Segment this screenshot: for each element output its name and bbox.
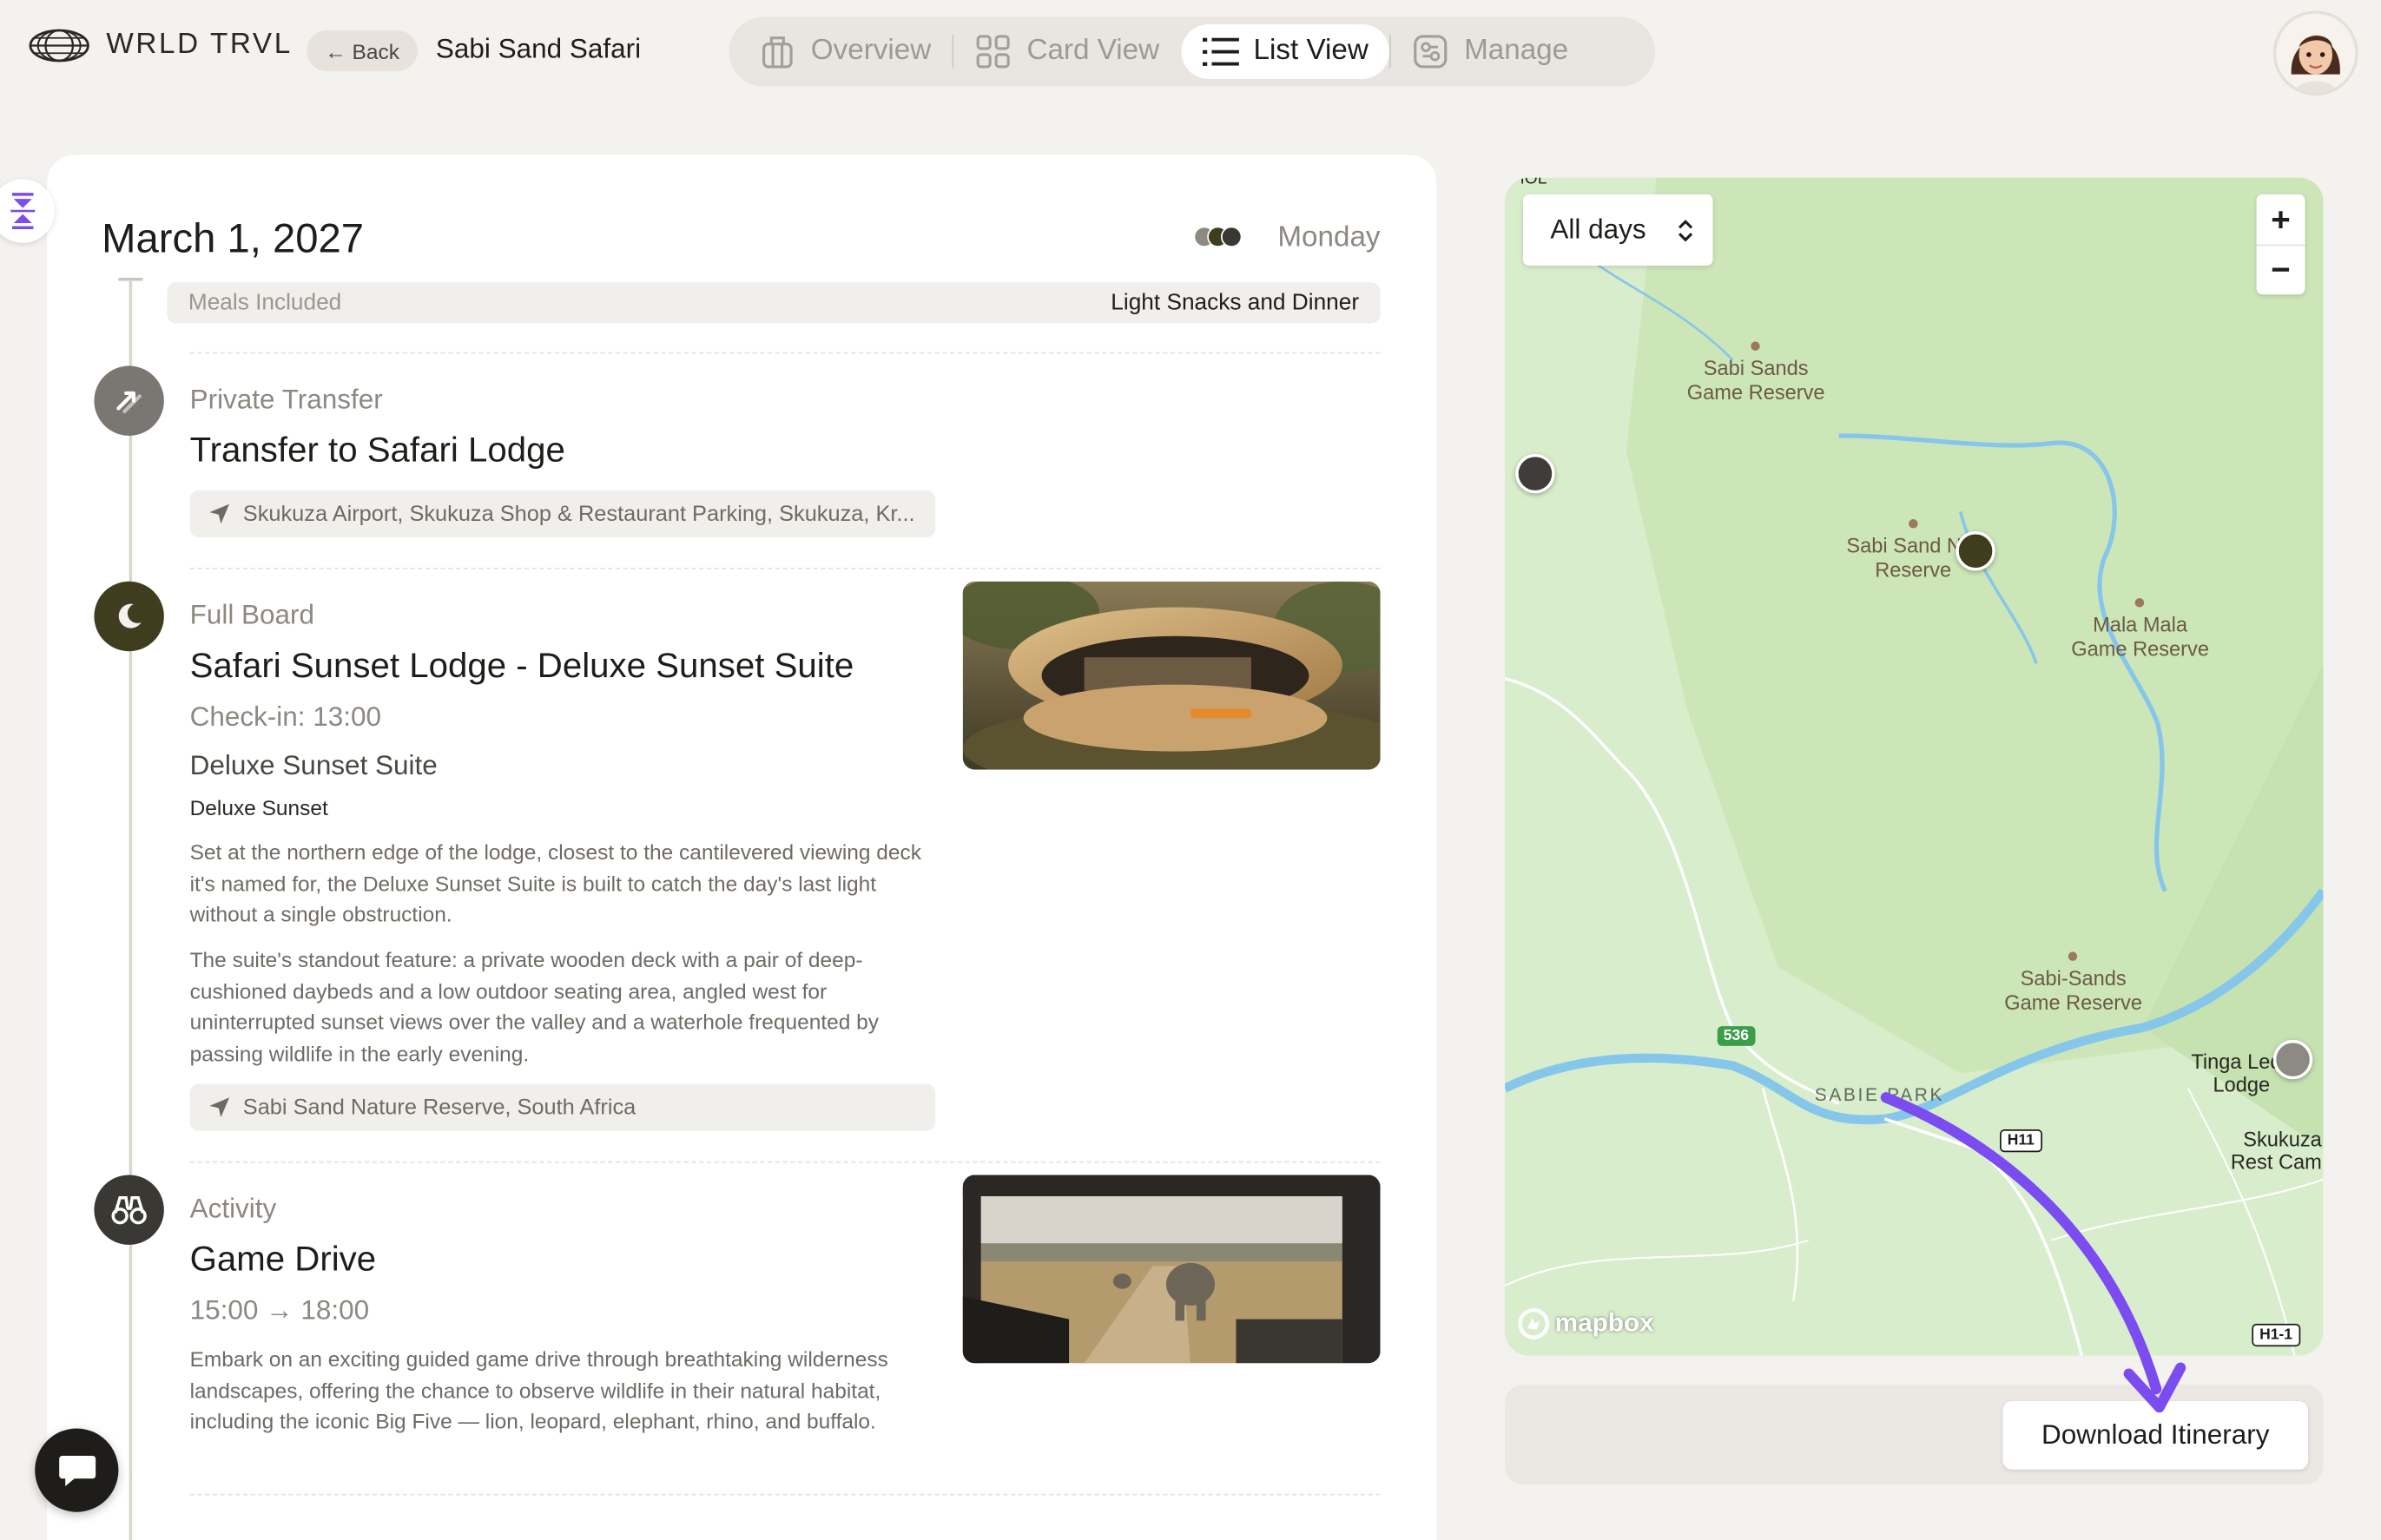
back-button[interactable]: ← Back [307, 30, 418, 72]
navigation-arrow-icon [209, 1097, 230, 1118]
collapse-icon [10, 193, 36, 230]
poi-sabi-sands-south[interactable]: Sabi-Sands Game Reserve [2004, 951, 2142, 1015]
map-label-text: Rest Cam [2230, 1150, 2322, 1174]
tab-overview[interactable]: Overview [738, 24, 953, 79]
itinerary-day-card: March 1, 2027 Monday Meals Included Ligh… [47, 155, 1437, 1540]
view-tabs: Overview Card View List View Manage [729, 16, 1656, 87]
zoom-in-button[interactable]: + [2257, 194, 2305, 245]
item-divider [189, 1493, 1381, 1496]
poi-label: Mala Mala [2093, 613, 2188, 636]
mapbox-attribution[interactable]: mapbox [1517, 1307, 1654, 1340]
avatar[interactable] [2272, 10, 2358, 96]
chat-button[interactable] [35, 1428, 119, 1512]
poi-label: Reserve [1875, 558, 1952, 582]
color-dot [1220, 226, 1243, 248]
binoculars-icon [94, 1175, 164, 1245]
meals-included-row: Meals Included Light Snacks and Dinner [167, 282, 1381, 324]
timeline-line [129, 279, 133, 1540]
poi-label: Game Reserve [2071, 637, 2210, 661]
zoom-controls: + − [2256, 194, 2305, 295]
user-avatar-icon [2276, 13, 2356, 93]
item-title[interactable]: Transfer to Safari Lodge [190, 430, 565, 471]
map-label: IOL [1520, 178, 1547, 188]
days-select-value: All days [1550, 214, 1646, 245]
item-location-text: Skukuza Airport, Skukuza Shop & Restaura… [242, 501, 915, 526]
tab-card-view-label: Card View [1026, 35, 1160, 67]
meals-label: Meals Included [188, 290, 342, 316]
poi-sabi-sands-north[interactable]: Sabi Sands Game Reserve [1687, 341, 1825, 405]
days-select[interactable]: All days [1522, 194, 1713, 267]
item-location[interactable]: Sabi Sand Nature Reserve, South Africa [189, 1083, 936, 1131]
room-name: Deluxe Sunset Suite [189, 749, 438, 780]
poi-label: Game Reserve [1686, 380, 1825, 405]
map-label-skukuza: Skukuza Rest Cam [2231, 1128, 2322, 1173]
list-icon [1202, 37, 1239, 66]
tab-overview-label: Overview [810, 35, 932, 67]
map-marker-activity[interactable] [2272, 1039, 2313, 1080]
tab-card-view[interactable]: Card View [954, 24, 1181, 79]
poi-label: Sabi-Sands [2020, 966, 2127, 990]
game-drive-photo[interactable] [962, 1175, 1381, 1364]
meals-value: Light Snacks and Dinner [1111, 290, 1360, 316]
checkin-time: Check-in: 13:00 [189, 701, 382, 732]
item-divider [189, 1161, 1381, 1163]
item-category: Full Board [189, 599, 315, 630]
poi-label: Sabi Sands [1703, 356, 1809, 380]
item-location[interactable]: Skukuza Airport, Skukuza Shop & Restaura… [189, 490, 936, 538]
svg-text:z: z [134, 613, 140, 625]
item-category: Activity [189, 1193, 277, 1224]
road-sign-h1-1: H1-1 [2252, 1323, 2300, 1347]
callout-arrow-icon [1880, 1092, 2186, 1413]
brand-name: WRLD TRVL [106, 29, 293, 61]
manage-icon [1414, 35, 1448, 69]
luggage-icon [762, 36, 793, 69]
item-title[interactable]: Safari Sunset Lodge - Deluxe Sunset Suit… [190, 645, 854, 686]
brand-logo[interactable]: WRLD TRVL [27, 27, 292, 63]
item-divider [189, 568, 1381, 569]
mapbox-wordmark: mapbox [1554, 1308, 1654, 1338]
poi-label: Game Reserve [2004, 990, 2143, 1015]
transfer-icon [94, 365, 164, 436]
item-description: Embark on an exciting guided game drive … [189, 1346, 888, 1433]
moon-bed-icon: z [94, 581, 164, 652]
mapbox-logo-icon [1518, 1307, 1550, 1339]
chat-bubble-icon [58, 1455, 96, 1486]
item-title[interactable]: Game Drive [190, 1239, 377, 1280]
trip-title: Sabi Sand Safari [435, 33, 642, 64]
room-type: Deluxe Sunset [189, 795, 328, 820]
item-description: Set at the northern edge of the lodge, c… [189, 839, 922, 926]
poi-mala-mala[interactable]: Mala Mala Game Reserve [2071, 597, 2210, 661]
day-weekday: Monday [1277, 221, 1381, 254]
lodge-photo[interactable] [962, 581, 1381, 770]
poi-pin-icon [2068, 951, 2078, 961]
select-chevron-icon [1678, 219, 1693, 241]
globe-icon [29, 29, 89, 63]
tab-manage-label: Manage [1464, 35, 1569, 67]
day-date: March 1, 2027 [102, 215, 365, 261]
navigation-arrow-icon [209, 503, 230, 524]
item-description: The suite's standout feature: a private … [189, 947, 880, 1065]
poi-pin-icon [1751, 341, 1761, 351]
item-category: Private Transfer [189, 384, 383, 415]
item-divider [189, 352, 1381, 354]
road-sign-536: 536 [1717, 1026, 1755, 1046]
map-label-text: Skukuza [2243, 1128, 2322, 1151]
poi-label: Sabi Sand N [1846, 534, 1962, 557]
item-location-text: Sabi Sand Nature Reserve, South Africa [242, 1095, 636, 1120]
poi-pin-icon [2135, 597, 2145, 608]
zoom-out-button[interactable]: − [2256, 244, 2305, 295]
map-marker-transfer[interactable] [1515, 453, 1555, 494]
activity-time: 15:00 → 18:00 [189, 1294, 370, 1326]
tab-list-view[interactable]: List View [1180, 23, 1390, 79]
poi-pin-icon [1908, 519, 1918, 529]
map-marker-lodge[interactable] [1956, 531, 1995, 571]
map-label-text: Tinga Le [2191, 1050, 2271, 1074]
tab-manage[interactable]: Manage [1391, 24, 1590, 79]
grid-icon [976, 35, 1011, 69]
map-label-text: Lodge [2213, 1073, 2271, 1096]
tab-list-view-label: List View [1253, 35, 1369, 67]
day-color-dots [1193, 226, 1243, 248]
